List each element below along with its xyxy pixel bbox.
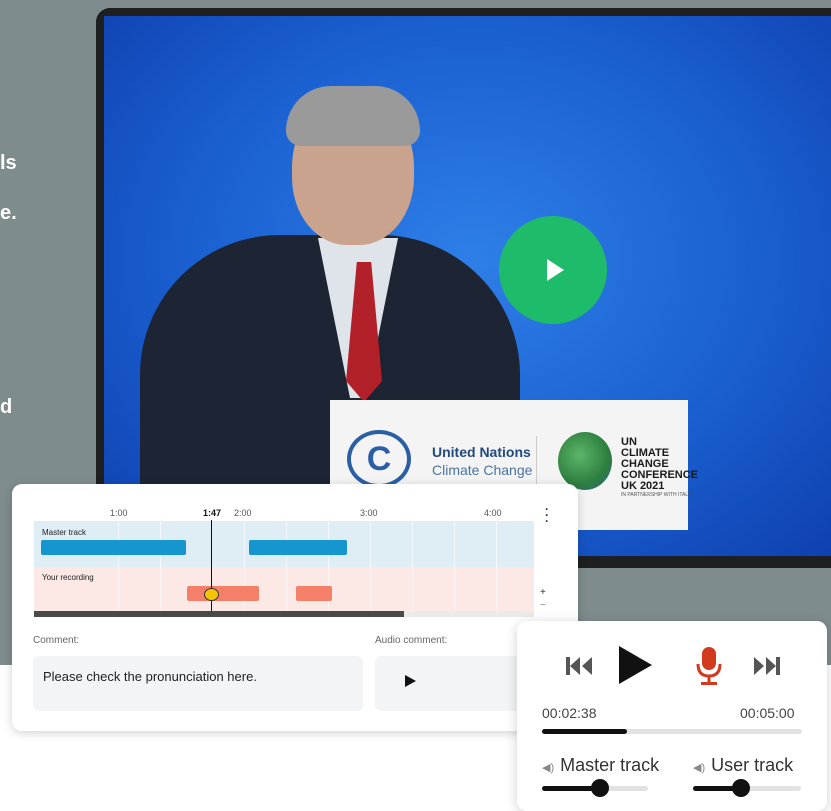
total-time: 00:05:00 <box>740 705 795 721</box>
grid-line <box>118 521 119 611</box>
master-volume-label: ◀) Master track <box>542 755 660 775</box>
progress-fill <box>542 729 627 734</box>
speaker-icon: ◀) <box>693 762 706 774</box>
play-icon[interactable] <box>617 645 653 685</box>
audio-comment-play-icon[interactable] <box>405 675 416 687</box>
more-options-icon[interactable]: · · · <box>541 503 553 527</box>
skip-back-icon[interactable] <box>566 656 594 676</box>
org-subtitle: Climate Change <box>432 462 533 478</box>
skip-forward-icon[interactable] <box>752 656 780 676</box>
un-climate-logo: C <box>347 430 411 488</box>
left-text-line-2: e. <box>0 202 17 224</box>
user-volume-label: ◀) User track <box>693 755 794 775</box>
microphone-icon[interactable] <box>695 646 723 686</box>
grid-line <box>412 521 413 611</box>
play-icon <box>547 259 564 281</box>
current-time: 00:02:38 <box>542 705 597 721</box>
timeline-scrollbar-thumb[interactable] <box>34 611 404 617</box>
video-play-button[interactable] <box>499 216 607 324</box>
grid-line <box>286 521 287 611</box>
zoom-out-button[interactable]: − <box>540 600 546 611</box>
left-text-line-3: d <box>0 396 13 418</box>
tick-label: 2:00 <box>234 508 252 518</box>
grid-line <box>454 521 455 611</box>
current-time-tick: 1:47 <box>203 508 222 518</box>
user-volume-knob[interactable] <box>732 779 750 797</box>
master-segment[interactable] <box>249 540 347 555</box>
comment-label: Comment: <box>33 635 80 646</box>
audio-comment-field <box>375 656 535 711</box>
user-track-label: Your recording <box>42 573 94 582</box>
org-title: United Nations <box>432 444 531 460</box>
zoom-in-button[interactable]: + <box>540 587 546 598</box>
conference-partnership: IN PARTNERSHIP WITH ITALY <box>621 492 692 498</box>
master-track-label: Master track <box>42 528 87 537</box>
audio-comment-label: Audio comment: <box>375 635 448 646</box>
comment-marker-icon[interactable] <box>204 588 219 601</box>
podium-divider <box>536 436 537 491</box>
grid-line <box>370 521 371 611</box>
globe-logo <box>558 432 612 490</box>
speaker-hair <box>286 86 420 146</box>
left-text-line-1: ls <box>0 152 17 174</box>
tick-label: 1:00 <box>110 508 128 518</box>
user-track-lane[interactable] <box>34 567 534 611</box>
tick-label: 3:00 <box>360 508 378 518</box>
grid-line <box>160 521 161 611</box>
speaker-icon: ◀) <box>542 762 555 774</box>
master-segment[interactable] <box>41 540 186 555</box>
tick-label: 4:00 <box>484 508 502 518</box>
comment-field[interactable]: Please check the pronunciation here. <box>33 656 363 711</box>
master-volume-knob[interactable] <box>591 779 609 797</box>
user-segment[interactable] <box>296 586 332 601</box>
grid-line <box>496 521 497 611</box>
user-segment[interactable] <box>187 586 259 601</box>
conference-title: UN CLIMATE CHANGE CONFERENCE UK 2021 <box>621 436 699 492</box>
